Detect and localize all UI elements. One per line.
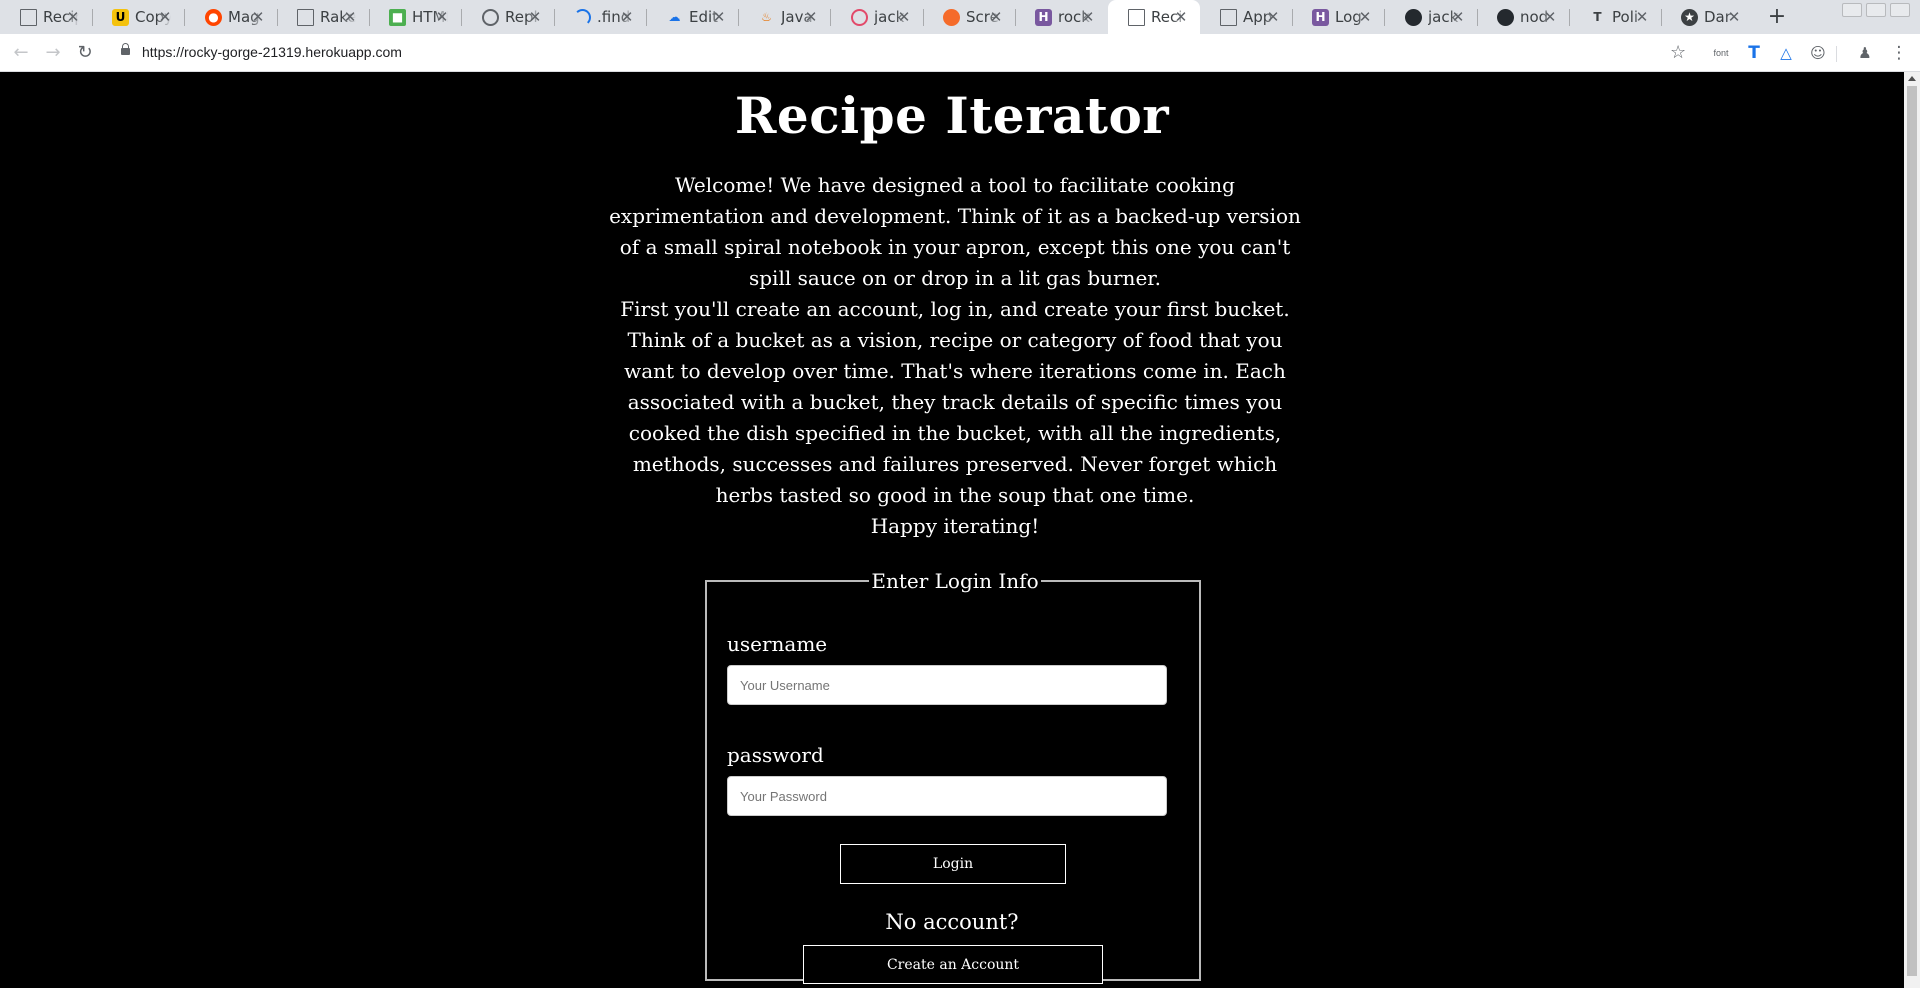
u-icon: U — [112, 8, 129, 26]
new-tab-button[interactable]: + — [1764, 4, 1790, 30]
login-button[interactable]: Login — [840, 844, 1066, 884]
arc-icon — [574, 8, 591, 26]
create-account-button[interactable]: Create an Account — [803, 945, 1103, 984]
browser-tab-strip: Recipe✕UCopy✕●Mag✕Rake✕■HTML✕Repl✕.find✕… — [0, 0, 1920, 34]
cloud-icon: ☁ — [668, 10, 681, 24]
t-icon: T — [1593, 10, 1602, 24]
close-tab-icon[interactable]: ✕ — [1449, 8, 1467, 26]
html-icon: ■ — [389, 8, 406, 26]
page-content: Recipe Iterator Welcome! We have designe… — [0, 72, 1904, 988]
lock-icon — [121, 43, 130, 55]
close-tab-icon[interactable]: ✕ — [1356, 8, 1374, 26]
password-input[interactable] — [727, 776, 1167, 816]
browser-tab[interactable]: ● Mag ✕ — [185, 0, 277, 34]
font-extension-icon[interactable]: font — [1712, 44, 1730, 62]
browser-tab[interactable]: H Log ✕ — [1292, 0, 1384, 34]
browser-tab[interactable]: ♨ Java ✕ — [738, 0, 830, 34]
browser-tab[interactable]: Recipe✕ — [0, 0, 92, 34]
bookmark-star-icon[interactable]: ☆ — [1670, 42, 1686, 63]
close-tab-icon[interactable]: ✕ — [1541, 8, 1559, 26]
circle-icon — [482, 8, 499, 26]
doc-icon — [1128, 8, 1145, 26]
menu-kebab-icon[interactable]: ⋮ — [1890, 44, 1908, 62]
maximize-window-button[interactable] — [1866, 3, 1886, 17]
intro-paragraph-instructions: First you'll create an account, log in, … — [620, 297, 1290, 507]
doc-icon — [20, 8, 37, 26]
close-tab-icon[interactable]: ✕ — [1633, 8, 1651, 26]
browser-tab[interactable]: Scre ✕ — [923, 0, 1015, 34]
minimize-window-button[interactable] — [1842, 3, 1862, 17]
browser-tab[interactable]: Rake ✕ — [277, 0, 369, 34]
profile-avatar-icon[interactable]: ♟ — [1856, 44, 1874, 62]
smiley-extension-icon[interactable]: ☺ — [1809, 44, 1827, 62]
browser-tab[interactable]: .find ✕ — [554, 0, 646, 34]
close-tab-icon[interactable]: ✕ — [341, 8, 359, 26]
browser-tab[interactable]: Hrock ✕ — [1015, 0, 1107, 34]
close-tab-icon[interactable]: ✕ — [618, 8, 636, 26]
page-title: Recipe Iterator — [734, 86, 1170, 145]
browser-tab[interactable]: ☁ Edit ✕ — [646, 0, 738, 34]
close-tab-icon[interactable]: ✕ — [987, 8, 1005, 26]
doc-icon — [297, 8, 314, 26]
close-window-button[interactable] — [1890, 3, 1910, 17]
intro-paragraph-closing: Happy iterating! — [870, 514, 1040, 538]
close-tab-icon[interactable]: ✕ — [249, 8, 267, 26]
close-tab-icon[interactable]: ✕ — [1264, 8, 1282, 26]
browser-toolbar: ← → ↻ https://rocky-gorge-21319.herokuap… — [0, 34, 1920, 72]
github-icon — [1497, 8, 1514, 26]
drive-extension-icon[interactable]: △ — [1777, 44, 1795, 62]
browser-tab[interactable]: jack ✕ — [1385, 0, 1477, 34]
browser-tab[interactable]: Repl ✕ — [462, 0, 554, 34]
close-tab-icon[interactable]: ✕ — [802, 8, 820, 26]
back-button[interactable]: ← — [10, 42, 32, 64]
close-tab-icon[interactable]: ✕ — [1725, 8, 1743, 26]
close-tab-icon[interactable]: ✕ — [156, 8, 174, 26]
browser-tab[interactable]: ■HTML✕ — [369, 0, 461, 34]
username-input[interactable] — [727, 665, 1167, 705]
intro-text: Welcome! We have designed a tool to faci… — [607, 170, 1303, 542]
doc-icon — [1220, 8, 1237, 26]
close-tab-icon[interactable]: ✕ — [1079, 8, 1097, 26]
close-tab-icon[interactable]: ✕ — [1172, 8, 1190, 26]
close-tab-icon[interactable]: ✕ — [895, 8, 913, 26]
heroku-icon: H — [1312, 8, 1329, 26]
browser-tab[interactable]: T Poli ✕ — [1569, 0, 1661, 34]
orange-icon — [943, 8, 960, 26]
login-legend: Enter Login Info — [707, 569, 1203, 593]
star-icon: ★ — [1681, 8, 1698, 26]
scroll-up-arrow-icon[interactable] — [1908, 76, 1916, 81]
github-icon — [1405, 8, 1422, 26]
close-tab-icon[interactable]: ✕ — [526, 8, 544, 26]
login-legend-text: Enter Login Info — [869, 569, 1041, 593]
url-text: https://rocky-gorge-21319.herokuapp.com — [142, 44, 402, 60]
password-label: password — [727, 743, 824, 767]
java-icon: ♨ — [761, 10, 772, 24]
browser-tab[interactable]: U Copy ✕ — [92, 0, 184, 34]
no-account-text: No account? — [885, 910, 1019, 934]
heroku-icon: H — [1035, 8, 1052, 26]
scrollbar-thumb[interactable] — [1907, 86, 1917, 976]
forward-button[interactable]: → — [42, 42, 64, 64]
page-scrollbar[interactable] — [1904, 72, 1920, 988]
browser-tab[interactable]: ★ Dar ✕ — [1661, 0, 1753, 34]
browser-tab[interactable]: nod ✕ — [1477, 0, 1569, 34]
t-extension-icon[interactable]: T — [1745, 44, 1763, 62]
close-tab-icon[interactable]: ✕ — [710, 8, 728, 26]
close-tab-icon[interactable]: ✕ — [64, 8, 82, 26]
browser-tab[interactable]: Reci ✕ — [1108, 0, 1200, 34]
address-bar[interactable]: https://rocky-gorge-21319.herokuapp.com — [108, 37, 1708, 69]
reddit-icon: ● — [205, 8, 222, 26]
browser-tab[interactable]: App ✕ — [1200, 0, 1292, 34]
toolbar-divider — [1836, 46, 1837, 62]
browser-tab[interactable]: jack ✕ — [831, 0, 923, 34]
reload-button[interactable]: ↻ — [74, 42, 96, 64]
ring-icon — [851, 8, 868, 26]
intro-paragraph-welcome: Welcome! We have designed a tool to faci… — [609, 173, 1301, 290]
username-label: username — [727, 632, 828, 656]
close-tab-icon[interactable]: ✕ — [433, 8, 451, 26]
